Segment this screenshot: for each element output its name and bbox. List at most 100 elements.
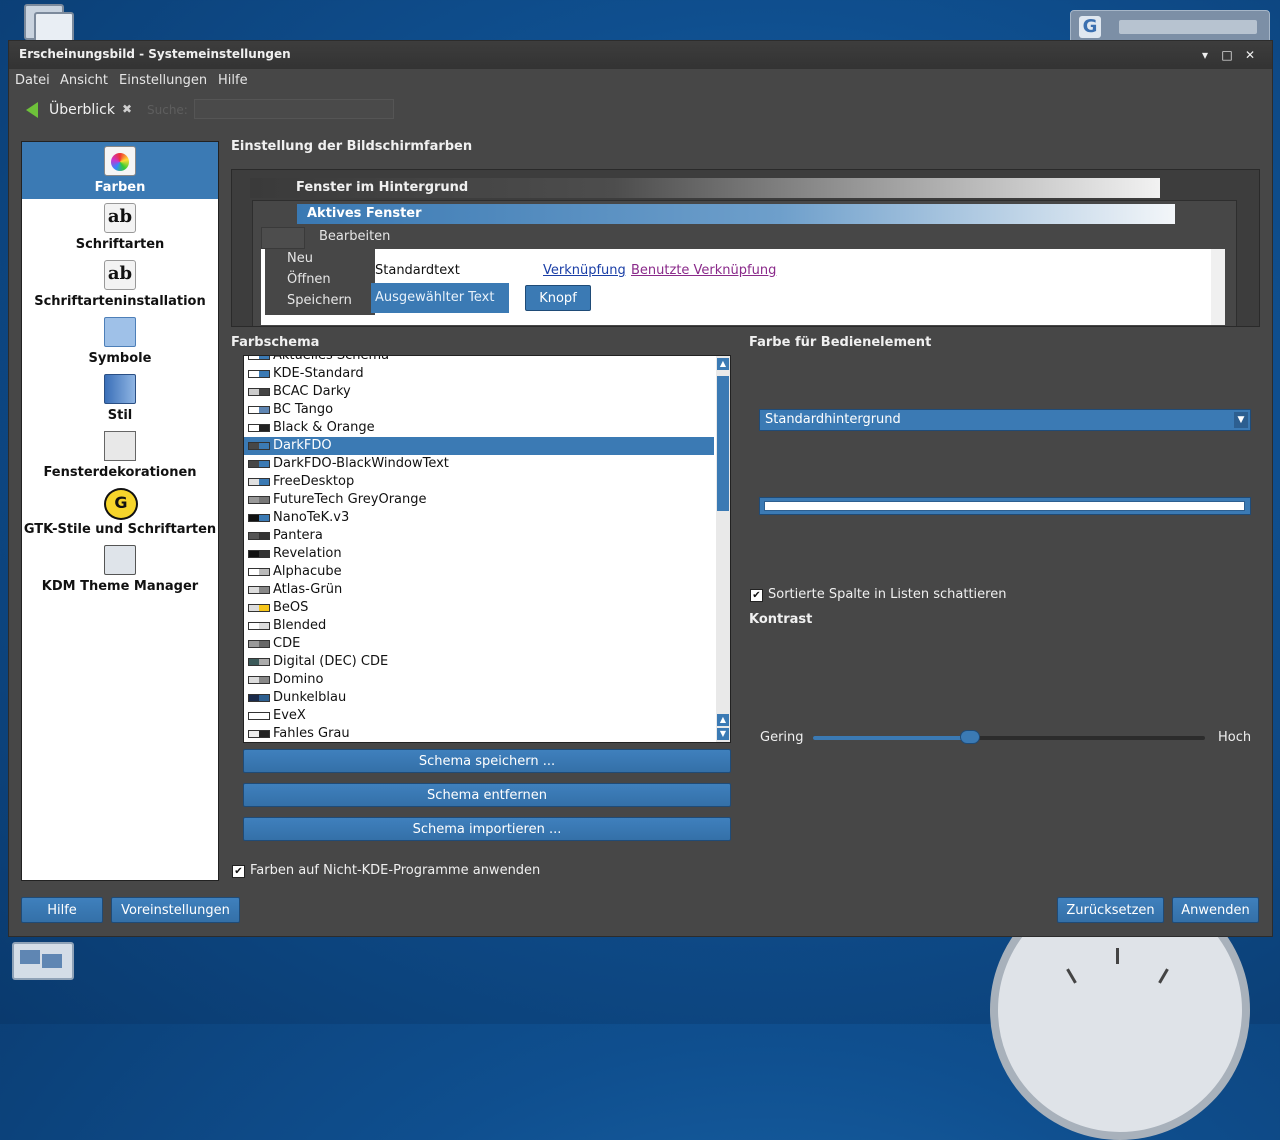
sidebar-item-gtk[interactable]: G GTK-Stile und Schriftarten [22, 484, 218, 541]
scheme-list-item[interactable]: Blended [244, 617, 714, 635]
sidebar-item-label: Stil [107, 408, 133, 423]
scheme-list-item[interactable]: BeOS [244, 599, 714, 617]
scroll-down-icon[interactable]: ▼ [717, 728, 729, 740]
active-window-preview[interactable]: Aktives Fenster Bearbeiten Neu Öffnen Sp… [252, 200, 1237, 326]
import-scheme-button[interactable]: Schema importieren ... [243, 817, 731, 841]
scheme-name: CDE [273, 636, 301, 651]
close-button[interactable]: ✕ [1242, 47, 1258, 63]
scrollbar-thumb[interactable] [717, 376, 729, 511]
sidebar-item-symbole[interactable]: Symbole [22, 313, 218, 370]
color-picker-button[interactable] [759, 497, 1251, 515]
scheme-name: Atlas-Grün [273, 582, 343, 597]
preview-popup-menu[interactable]: Neu Öffnen Speichern [265, 249, 375, 315]
scheme-list-item[interactable]: EveX [244, 707, 714, 725]
preview-link[interactable]: Verknüpfung [543, 263, 626, 278]
scheme-list-item[interactable]: BCAC Darky [244, 383, 714, 401]
symbols-icon [104, 317, 136, 347]
sidebar-item-label: Symbole [88, 351, 152, 366]
preview-menu-item[interactable]: Neu [287, 251, 313, 266]
preview-standard-text[interactable]: Standardtext [375, 263, 460, 278]
scheme-list-scrollbar[interactable]: ▲ ▲ ▼ [716, 356, 730, 742]
scheme-swatch-icon [248, 658, 270, 666]
contrast-label: Kontrast [749, 612, 813, 627]
help-button[interactable]: Hilfe [21, 897, 103, 923]
scheme-list-item[interactable]: Alphacube [244, 563, 714, 581]
scheme-swatch-icon [248, 550, 270, 558]
preview-visited-link[interactable]: Benutzte Verknüpfung [631, 263, 776, 278]
scheme-list-item[interactable]: Domino [244, 671, 714, 689]
window-titlebar[interactable]: Erscheinungsbild - Systemeinstellungen ▾… [9, 41, 1272, 69]
scheme-swatch-icon [248, 424, 270, 432]
window-list-icon[interactable] [12, 942, 74, 980]
defaults-button[interactable]: Voreinstellungen [111, 897, 240, 923]
scheme-list-item[interactable]: DarkFDO-BlackWindowText [244, 455, 714, 473]
preview-selected-text[interactable]: Ausgewählter Text [371, 283, 509, 313]
menu-ansicht[interactable]: Ansicht [60, 73, 108, 88]
contrast-slider-handle[interactable] [960, 730, 980, 744]
search-input[interactable] [194, 99, 394, 119]
page-title: Einstellung der Bildschirmfarben [231, 139, 473, 154]
clear-search-icon[interactable]: ✖ [122, 102, 132, 116]
scheme-list-item[interactable]: Black & Orange [244, 419, 714, 437]
scheme-list-item[interactable]: FreeDesktop [244, 473, 714, 491]
menu-hilfe[interactable]: Hilfe [218, 73, 248, 88]
scheme-name: Aktuelles Schema [273, 355, 390, 363]
scheme-name: Domino [273, 672, 324, 687]
chevron-down-icon[interactable]: ▼ [1234, 412, 1248, 428]
menu-datei[interactable]: Datei [15, 73, 50, 88]
scheme-list-item[interactable]: Digital (DEC) CDE [244, 653, 714, 671]
preview-button[interactable]: Knopf [525, 285, 591, 311]
preview-menu-item[interactable]: Speichern [287, 293, 352, 308]
desktop-computer-icon[interactable] [24, 4, 74, 48]
window-menu-button[interactable]: ▾ [1197, 47, 1213, 63]
preview-menu-file[interactable] [261, 227, 305, 249]
sidebar-item-kdm[interactable]: KDM Theme Manager [22, 541, 218, 598]
remove-scheme-button[interactable]: Schema entfernen [243, 783, 731, 807]
scheme-list-item[interactable]: KDE-Standard [244, 365, 714, 383]
scheme-name: NanoTeK.v3 [273, 510, 350, 525]
scheme-list-item[interactable]: DarkFDO [244, 437, 714, 455]
sidebar-item-fensterdekorationen[interactable]: Fensterdekorationen [22, 427, 218, 484]
scheme-list-item[interactable]: Atlas-Grün [244, 581, 714, 599]
scheme-list-item[interactable]: NanoTeK.v3 [244, 509, 714, 527]
scheme-list-item[interactable]: Dunkelblau [244, 689, 714, 707]
color-preview[interactable]: Fenster im Hintergrund Aktives Fenster B… [231, 169, 1260, 327]
scheme-list-item[interactable]: BC Tango [244, 401, 714, 419]
desktop-search-widget[interactable]: G [1070, 10, 1270, 44]
scroll-up-icon[interactable]: ▲ [717, 358, 729, 370]
scheme-list-item[interactable]: Revelation [244, 545, 714, 563]
back-arrow-icon[interactable] [26, 102, 38, 118]
apply-nonkde-checkbox[interactable]: ✔ [232, 865, 245, 878]
style-icon [104, 374, 136, 404]
scroll-up-icon[interactable]: ▲ [717, 714, 729, 726]
widget-select[interactable]: Standardhintergrund ▼ [759, 409, 1251, 431]
maximize-button[interactable]: □ [1219, 47, 1235, 63]
apply-button[interactable]: Anwenden [1172, 897, 1259, 923]
scheme-list-item[interactable]: FutureTech GreyOrange [244, 491, 714, 509]
sidebar-item-stil[interactable]: Stil [22, 370, 218, 427]
scheme-list-item[interactable]: Pantera [244, 527, 714, 545]
overview-button[interactable]: Überblick [49, 102, 115, 118]
sidebar-item-schriftarteninstallation[interactable]: ab Schriftarteninstallation [22, 256, 218, 313]
scheme-list-item[interactable]: Fahles Grau [244, 725, 714, 742]
scheme-name: BeOS [273, 600, 309, 615]
scheme-swatch-icon [248, 478, 270, 486]
sidebar-item-label: Schriftarten [75, 237, 165, 252]
scheme-list-item[interactable]: Aktuelles Schema [244, 355, 714, 365]
preview-menu-edit[interactable]: Bearbeiten [319, 229, 390, 244]
save-scheme-button[interactable]: Schema speichern ... [243, 749, 731, 773]
sidebar-item-farben[interactable]: Farben [22, 142, 218, 199]
scheme-name: DarkFDO-BlackWindowText [273, 456, 449, 471]
scheme-swatch-icon [248, 460, 270, 468]
preview-scrollbar[interactable] [1211, 249, 1225, 325]
preview-menu-item[interactable]: Öffnen [287, 272, 331, 287]
shade-sorted-checkbox[interactable]: ✔ [750, 589, 763, 602]
active-window-titlebar[interactable]: Aktives Fenster [297, 204, 1175, 224]
sidebar-item-schriftarten[interactable]: ab Schriftarten [22, 199, 218, 256]
scheme-list-item[interactable]: CDE [244, 635, 714, 653]
scheme-list[interactable]: Aktuelles Schema KDE-Standard BCAC Darky BC… [243, 355, 731, 743]
reset-button[interactable]: Zurücksetzen [1057, 897, 1164, 923]
preview-content[interactable]: Neu Öffnen Speichern Standardtext Verknü… [261, 249, 1219, 325]
menu-einstellungen[interactable]: Einstellungen [119, 73, 207, 88]
inactive-window-titlebar[interactable]: Fenster im Hintergrund [250, 178, 1160, 198]
